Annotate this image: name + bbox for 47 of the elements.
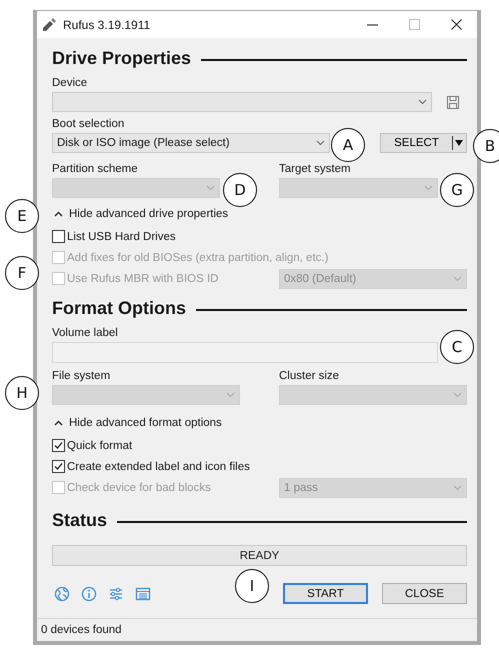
action-button[interactable]: CLOSE xyxy=(382,583,467,604)
chevron-icon xyxy=(206,185,215,191)
caret-icon xyxy=(455,140,463,146)
checkbox[interactable] xyxy=(52,439,65,452)
callout-marker: H xyxy=(5,376,39,410)
chevron-icon xyxy=(453,276,462,282)
dropdown[interactable]: Disk or ISO image (Please select) xyxy=(52,133,330,153)
chevron-icon xyxy=(418,99,427,105)
field-label: Boot selection xyxy=(52,118,126,130)
action-button[interactable]: START xyxy=(283,583,368,604)
status-text: 0 devices found xyxy=(41,624,122,636)
section-heading: Drive Properties xyxy=(52,48,192,69)
field-label: Device xyxy=(52,77,88,89)
chevron-icon xyxy=(226,392,235,398)
field-label: File system xyxy=(52,370,112,382)
globe-icon[interactable] xyxy=(54,586,70,602)
checkbox[interactable] xyxy=(52,230,65,243)
chevron-icon xyxy=(316,140,325,146)
save-icon[interactable] xyxy=(447,96,459,108)
checkbox-option[interactable]: Create extended label and icon files xyxy=(52,460,279,473)
callout-marker: E xyxy=(5,199,39,233)
field-label: Target system xyxy=(279,163,352,175)
toggle-link[interactable]: Hide advanced format options xyxy=(54,417,467,429)
section-heading: Format Options xyxy=(52,298,186,319)
checkbox-option[interactable]: List USB Hard Drives xyxy=(52,230,279,243)
chevron-icon xyxy=(424,185,433,191)
callout-marker: F xyxy=(5,256,39,290)
minimize-icon[interactable] xyxy=(366,24,378,26)
checkbox-option[interactable]: Quick format xyxy=(52,439,279,452)
toggle-link[interactable]: Hide advanced drive properties xyxy=(54,208,467,220)
field-label: Cluster size xyxy=(279,370,340,382)
section-heading: Status xyxy=(52,510,108,531)
info-icon[interactable] xyxy=(81,586,97,602)
close-icon[interactable] xyxy=(450,19,462,30)
log-icon[interactable] xyxy=(135,586,151,602)
input-field[interactable] xyxy=(52,342,438,363)
checkbox[interactable] xyxy=(52,460,65,473)
field-label: Partition scheme xyxy=(52,163,139,175)
chevron-icon xyxy=(453,484,462,490)
select-button[interactable]: SELECT xyxy=(380,133,467,153)
maximize-icon[interactable] xyxy=(408,19,420,30)
caret-icon xyxy=(54,420,63,426)
field-label: Volume label xyxy=(52,327,119,339)
caret-icon xyxy=(54,211,63,217)
chevron-icon xyxy=(453,392,462,398)
settings-icon[interactable] xyxy=(108,586,124,602)
window-title: Rufus 3.19.1911 xyxy=(63,18,150,32)
